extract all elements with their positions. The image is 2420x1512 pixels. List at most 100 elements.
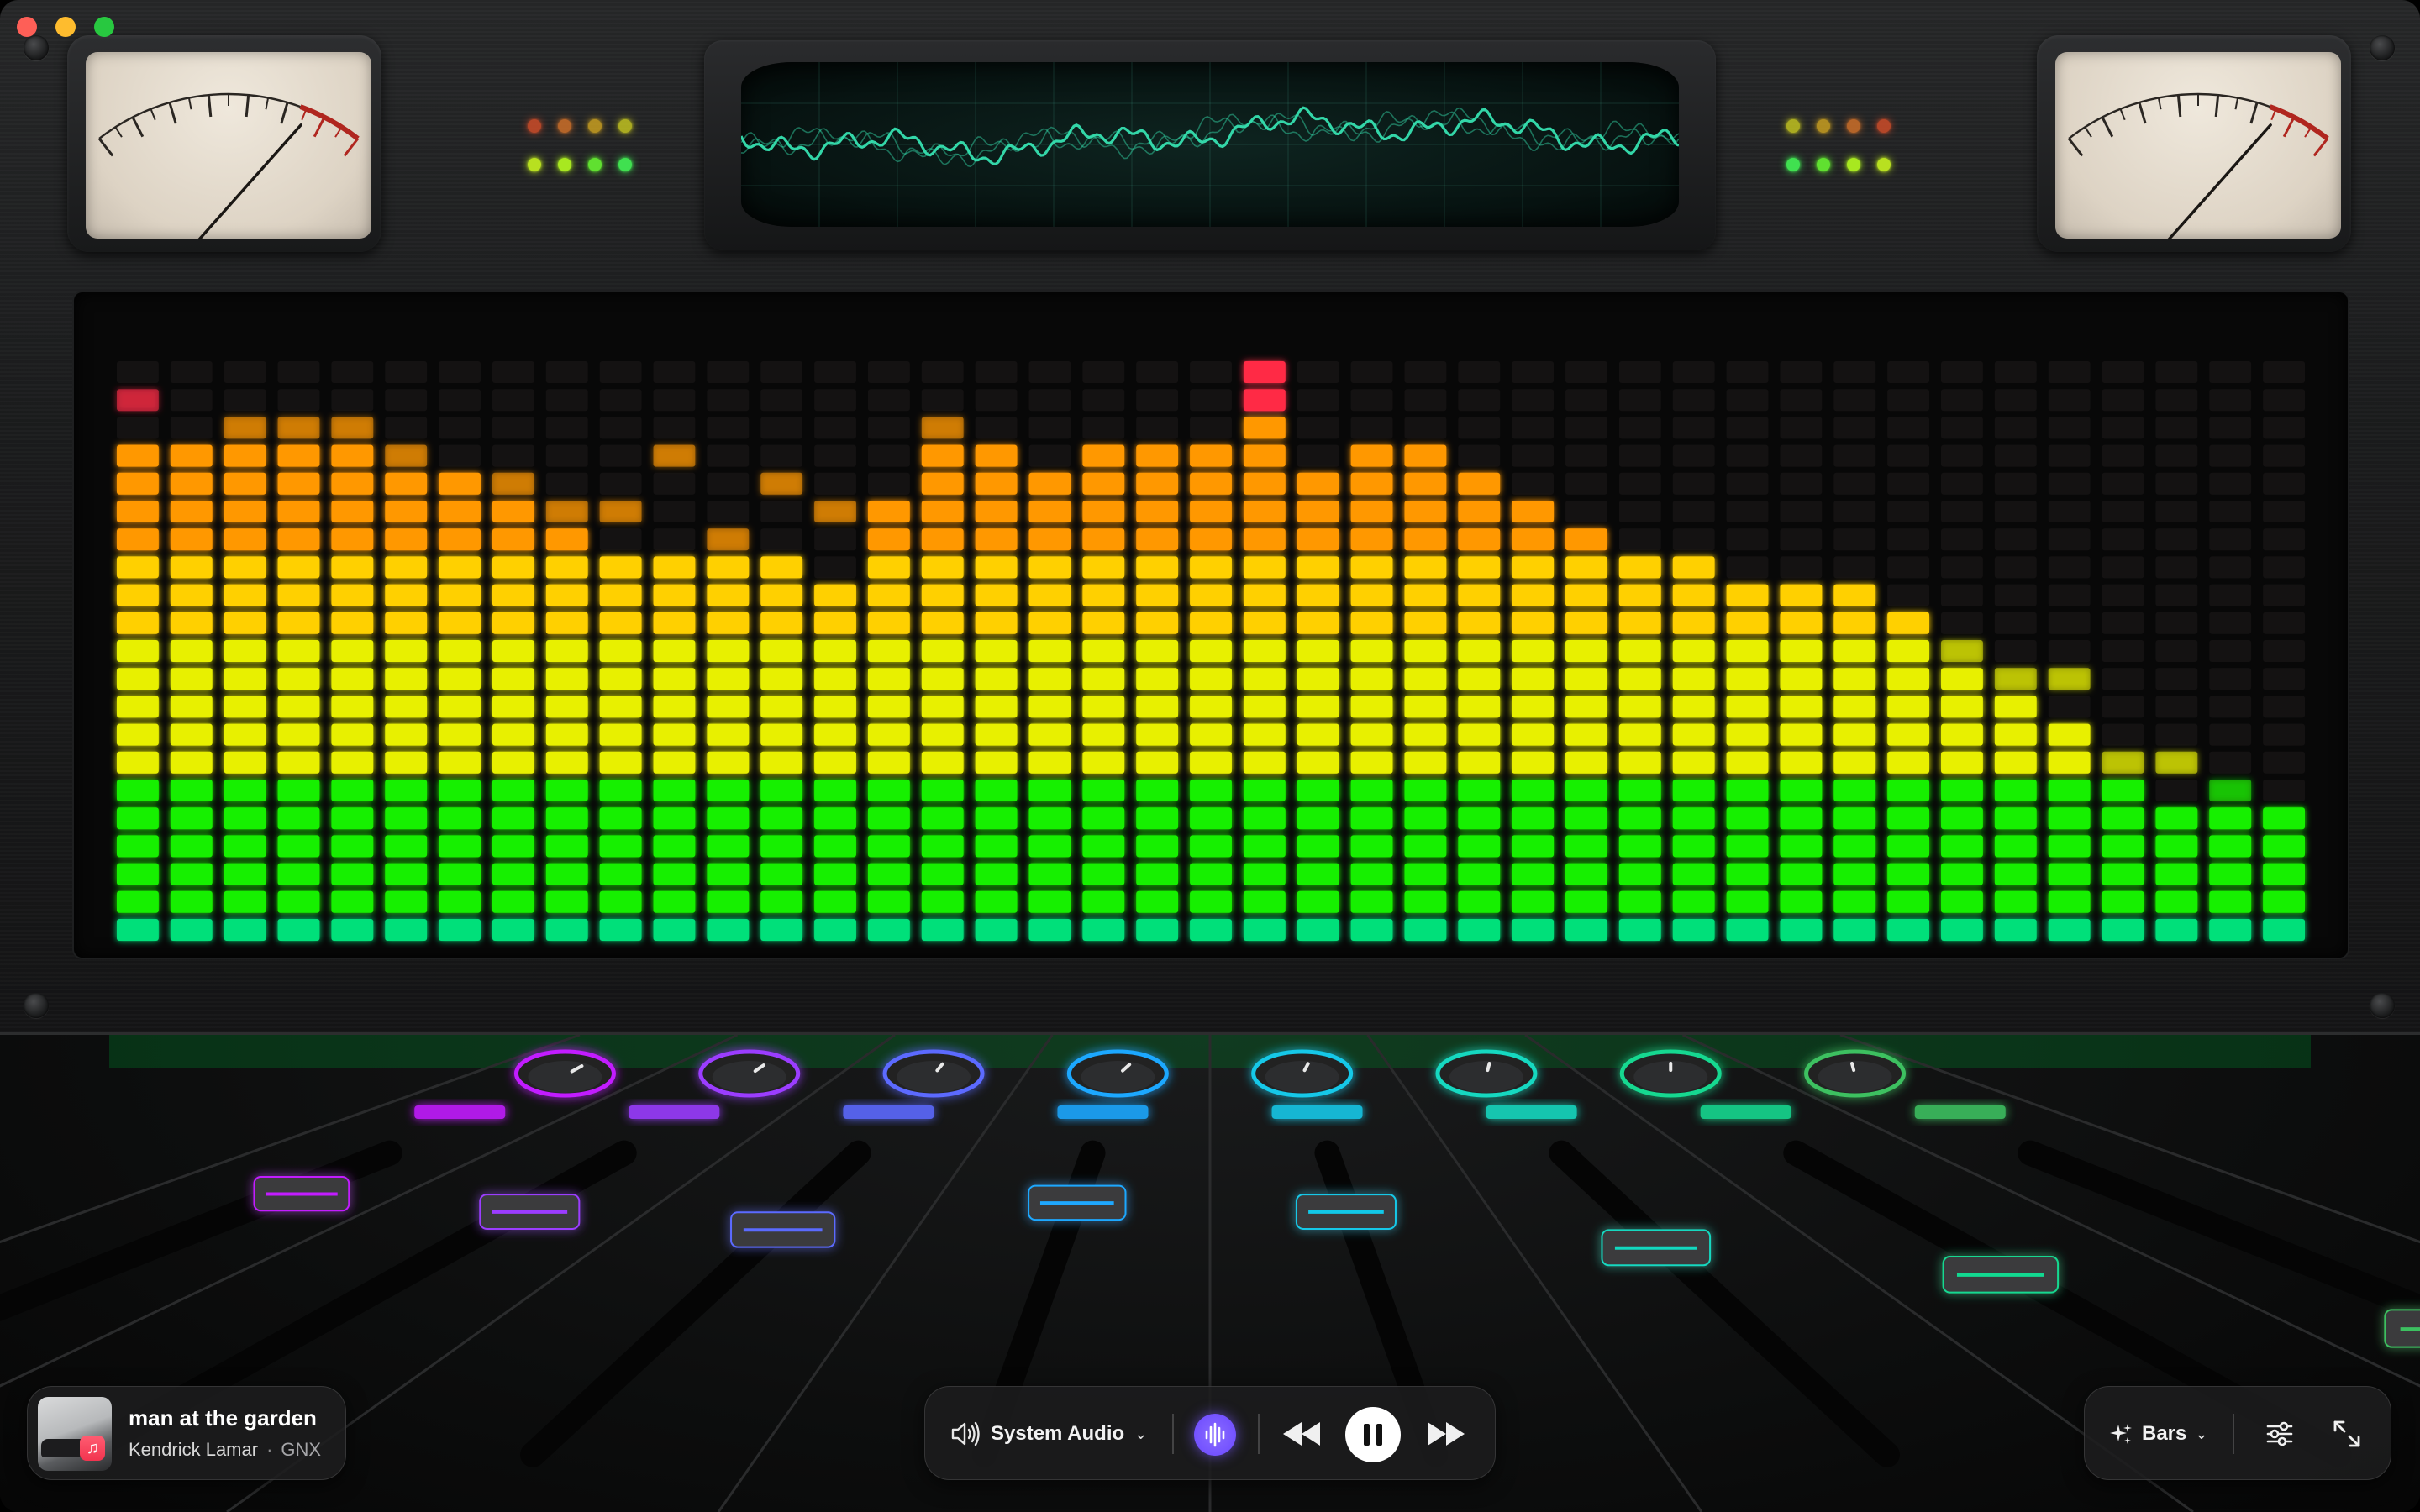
spectrum-segment-off [1780,417,1823,439]
transport-controls: System Audio ⌄ [924,1386,1496,1480]
spectrum-segment-on [1994,890,2037,913]
spectrum-segment-off [867,444,910,467]
spectrum-segment-on [1672,668,1715,690]
spectrum-segment-off [2155,361,2198,383]
spectrum-segment-on [170,584,213,606]
mixer-channel [520,1049,985,1467]
spectrum-segment-on [1190,584,1232,606]
spectrum-segment-on [975,612,1018,634]
spectrum-segment-off [2209,584,2252,606]
window-zoom-button[interactable] [94,17,114,37]
spectrum-segment-on [385,751,428,774]
spectrum-segment-on [1565,863,1607,885]
spectrum-segment-off [2209,751,2252,774]
spectrum-segment-on [760,751,803,774]
spectrum-segment-on [2155,863,2198,885]
window-close-button[interactable] [17,17,37,37]
spectrum-segment-on [1994,919,2037,941]
spectrum-segment-off [1887,556,1930,579]
spectrum-segment-on [1512,528,1555,551]
spectrum-segment-on [1672,919,1715,941]
spectrum-segment-on [1565,556,1607,579]
spectrum-segment-on [1243,751,1286,774]
spectrum-segment-on [1082,807,1125,830]
spectrum-segment-on [224,780,266,801]
spectrum-segment-on [1028,863,1071,885]
spectrum-segment-on [1512,780,1555,801]
spectrum-segment-on [1297,584,1339,606]
spectrum-segment-off [1672,361,1715,383]
spectrum-segment-on [1833,612,1876,634]
channel-knob-cap [897,1061,971,1093]
spectrum-segment-off [1512,417,1555,439]
fullscreen-button[interactable] [2325,1412,2369,1456]
spectrum-segment-on [1297,751,1339,774]
spectrum-bar [1028,472,1071,941]
visualizer-mode-selector[interactable]: Bars ⌄ [2108,1414,2207,1454]
spectrum-segment-on [1833,835,1876,858]
spectrum-segment-on [1190,472,1232,495]
spectrum-segment-on [975,668,1018,690]
spectrum-segment-on [1512,640,1555,662]
spectrum-segment-on [1297,501,1339,522]
spectrum-segment-on [653,890,696,913]
spectrum-peak-cap [2102,751,2144,774]
spectrum-segment-on [385,919,428,941]
spectrum-segment-on [331,835,374,858]
spectrum-segment-off [1458,444,1501,467]
spectrum-segment-off [599,528,642,551]
spectrum-segment-on [439,890,481,913]
spectrum-segment-on [1565,780,1607,801]
spectrum-segment-off [1833,444,1876,467]
spectrum-segment-on [1941,890,1983,913]
audio-source-label: System Audio [991,1422,1125,1445]
spectrum-segment-on [439,640,481,662]
spectrum-segment-off [2263,501,2305,522]
spectrum-peak-cap [814,501,856,522]
spectrum-segment-on [867,640,910,662]
spectrum-segment-on [1726,584,1769,606]
spectrum-segment-on [492,640,534,662]
spectrum-segment-on [170,751,213,774]
spectrum-segment-on [1297,807,1339,830]
window-minimize-button[interactable] [55,17,76,37]
spectrum-segment-off [545,389,588,412]
rewind-button[interactable] [1276,1412,1327,1456]
spectrum-segment-on [1726,890,1769,913]
spectrum-segment-on [224,501,266,522]
now-playing-card[interactable]: ♫ man at the garden Kendrick Lamar · GNX [27,1386,346,1480]
play-pause-button[interactable] [1345,1407,1401,1462]
spectrum-segment-on [1082,835,1125,858]
spectrum-segment-on [117,556,159,579]
spectrum-segment-on [1082,863,1125,885]
spectrum-segment-off [760,501,803,522]
spectrum-segment-on [1243,696,1286,718]
visualizer-toggle-button[interactable] [1194,1414,1236,1456]
spectrum-bar [492,472,534,941]
settings-button[interactable] [2258,1412,2302,1456]
spectrum-segment-on [1243,389,1286,412]
spectrum-segment-on [1887,780,1930,801]
transport-divider [1258,1414,1260,1454]
spectrum-segment-on [117,472,159,495]
spectrum-segment-off [867,361,910,383]
vu-scale [97,92,360,239]
spectrum-segment-on [492,751,534,774]
audio-source-selector[interactable]: System Audio ⌄ [950,1414,1147,1454]
spectrum-segment-on [1028,472,1071,495]
spectrum-segment-on [1833,668,1876,690]
spectrum-segment-on [170,835,213,858]
spectrum-segment-on [545,668,588,690]
spectrum-segment-off [1028,444,1071,467]
spectrum-segment-on [707,919,750,941]
spectrum-segment-off [1565,417,1607,439]
spectrum-segment-off [1190,361,1232,383]
spectrum-segment-on [867,668,910,690]
spectrum-segment-on [1565,584,1607,606]
channel-color-label [414,1105,506,1119]
spectrum-segment-on [975,919,1018,941]
spectrum-segment-on [921,444,964,467]
spectrum-segment-on [760,556,803,579]
fast-forward-button[interactable] [1421,1412,1471,1456]
spectrum-segment-on [653,780,696,801]
